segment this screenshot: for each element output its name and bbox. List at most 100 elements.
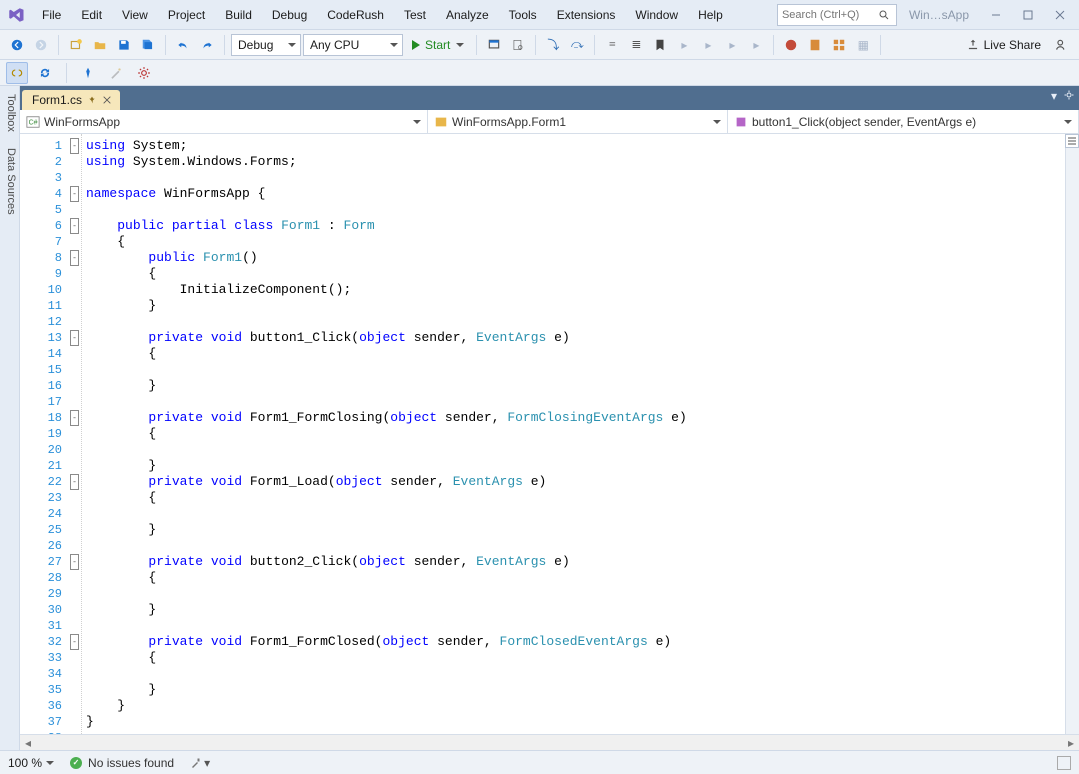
step-into-button[interactable]: ⤵ <box>542 34 564 56</box>
split-editor-icon[interactable] <box>1065 134 1079 148</box>
cr-wand-button[interactable] <box>105 62 127 84</box>
tb-grid-button[interactable] <box>828 34 850 56</box>
svg-text:C#: C# <box>29 119 38 126</box>
document-tab-active[interactable]: Form1.cs <box>22 90 120 110</box>
fold-toggle[interactable]: - <box>70 634 79 650</box>
find-in-files-button[interactable] <box>507 34 529 56</box>
breakpoint-button[interactable] <box>780 34 802 56</box>
menu-coderush[interactable]: CodeRush <box>317 4 394 26</box>
redo-button[interactable] <box>196 34 218 56</box>
fold-toggle[interactable]: - <box>70 138 79 154</box>
start-debug-button[interactable]: Start <box>405 34 470 56</box>
uncomment-button[interactable]: ≣ <box>625 34 647 56</box>
csharp-project-icon: C# <box>26 115 40 129</box>
class-icon <box>434 115 448 129</box>
brush-icon <box>190 757 202 769</box>
new-project-button[interactable] <box>65 34 87 56</box>
fold-toggle[interactable]: - <box>70 474 79 490</box>
tb-doc-button[interactable] <box>804 34 826 56</box>
nav-back-button[interactable] <box>6 34 28 56</box>
fold-toggle[interactable]: - <box>70 554 79 570</box>
tabstrip-settings-icon[interactable] <box>1063 89 1075 101</box>
menu-tools[interactable]: Tools <box>499 4 547 26</box>
fold-toggle[interactable]: - <box>70 250 79 266</box>
pin-icon[interactable] <box>88 96 96 104</box>
error-list-status[interactable]: ✓ No issues found <box>70 756 174 770</box>
cr-refresh-button[interactable] <box>34 62 56 84</box>
document-tab-label: Form1.cs <box>32 93 82 107</box>
solution-platform-dropdown[interactable]: Any CPU <box>303 34 403 56</box>
fold-toggle[interactable]: - <box>70 186 79 202</box>
bookmark-button[interactable] <box>649 34 671 56</box>
close-tab-icon[interactable] <box>102 95 112 105</box>
menu-edit[interactable]: Edit <box>71 4 112 26</box>
menu-project[interactable]: Project <box>158 4 215 26</box>
nav-forward-button[interactable] <box>30 34 52 56</box>
horizontal-scrollbar[interactable]: ◂ ▸ <box>20 734 1079 750</box>
nav-project-dropdown[interactable]: C# WinFormsApp <box>20 110 428 133</box>
menu-test[interactable]: Test <box>394 4 436 26</box>
ok-icon: ✓ <box>70 757 82 769</box>
cr-gear-button[interactable] <box>133 62 155 84</box>
overview-margin[interactable] <box>1065 134 1079 734</box>
feedback-button[interactable] <box>1051 34 1073 56</box>
side-tab-toolbox[interactable]: Toolbox <box>0 86 19 140</box>
maximize-button[interactable] <box>1013 4 1043 26</box>
vs-logo-icon <box>6 5 26 25</box>
menu-analyze[interactable]: Analyze <box>436 4 499 26</box>
live-share-icon <box>966 38 980 52</box>
standard-toolbar: Debug Any CPU Start ⤵ ⤼ ≡ ≣ ▸ ▸ ▸ ▸ ▦ Li… <box>0 30 1079 60</box>
menu-file[interactable]: File <box>32 4 71 26</box>
cr-nav-button[interactable] <box>77 62 99 84</box>
menu-window[interactable]: Window <box>625 4 688 26</box>
browser-link-button[interactable] <box>483 34 505 56</box>
fold-toggle[interactable]: - <box>70 218 79 234</box>
tb-btn-1[interactable]: ▸ <box>673 34 695 56</box>
cr-link-button[interactable] <box>6 62 28 84</box>
live-share-button[interactable]: Live Share <box>958 38 1049 52</box>
issues-label: No issues found <box>88 756 174 770</box>
menu-help[interactable]: Help <box>688 4 733 26</box>
fold-toggle[interactable]: - <box>70 410 79 426</box>
play-icon <box>411 40 421 50</box>
side-tab-datasources[interactable]: Data Sources <box>0 140 19 223</box>
document-tabstrip: Form1.cs ▾ <box>20 86 1079 110</box>
quick-launch-search[interactable] <box>777 4 897 26</box>
menu-debug[interactable]: Debug <box>262 4 317 26</box>
code-editor[interactable]: 1234567891011121314151617181920212223242… <box>20 134 1079 734</box>
code-content[interactable]: using System;using System.Windows.Forms;… <box>82 134 1079 734</box>
nav-class-dropdown[interactable]: WinFormsApp.Form1 <box>428 110 728 133</box>
fold-toggle[interactable]: - <box>70 330 79 346</box>
window-layout-icon[interactable] <box>1057 756 1071 770</box>
save-button[interactable] <box>113 34 135 56</box>
tb-btn-4[interactable]: ▸ <box>745 34 767 56</box>
undo-button[interactable] <box>172 34 194 56</box>
comment-button[interactable]: ≡ <box>601 34 623 56</box>
tb-btn-3[interactable]: ▸ <box>721 34 743 56</box>
scroll-right-icon[interactable]: ▸ <box>1063 735 1079 751</box>
live-share-label: Live Share <box>984 38 1041 52</box>
open-file-button[interactable] <box>89 34 111 56</box>
status-bar: 100 % ✓ No issues found ▾ <box>0 750 1079 774</box>
tb-ext-button[interactable]: ▦ <box>852 34 874 56</box>
search-input[interactable] <box>782 9 878 21</box>
nav-project-label: WinFormsApp <box>44 115 120 129</box>
solution-config-dropdown[interactable]: Debug <box>231 34 301 56</box>
left-side-tabs: Toolbox Data Sources <box>0 86 20 750</box>
close-button[interactable] <box>1045 4 1075 26</box>
scroll-left-icon[interactable]: ◂ <box>20 735 36 751</box>
tabstrip-dropdown-icon[interactable]: ▾ <box>1051 89 1057 103</box>
tb-btn-2[interactable]: ▸ <box>697 34 719 56</box>
outlining-gutter[interactable]: - - - - - - - - - <box>68 134 82 734</box>
menu-extensions[interactable]: Extensions <box>547 4 626 26</box>
zoom-dropdown[interactable]: 100 % <box>8 756 54 770</box>
save-all-button[interactable] <box>137 34 159 56</box>
nav-member-dropdown[interactable]: button1_Click(object sender, EventArgs e… <box>728 110 1079 133</box>
start-label: Start <box>425 38 450 52</box>
menu-view[interactable]: View <box>112 4 158 26</box>
minimize-button[interactable] <box>981 4 1011 26</box>
step-over-button[interactable]: ⤼ <box>566 34 588 56</box>
code-cleanup-button[interactable]: ▾ <box>190 756 210 770</box>
menu-build[interactable]: Build <box>215 4 262 26</box>
search-icon <box>878 9 890 21</box>
